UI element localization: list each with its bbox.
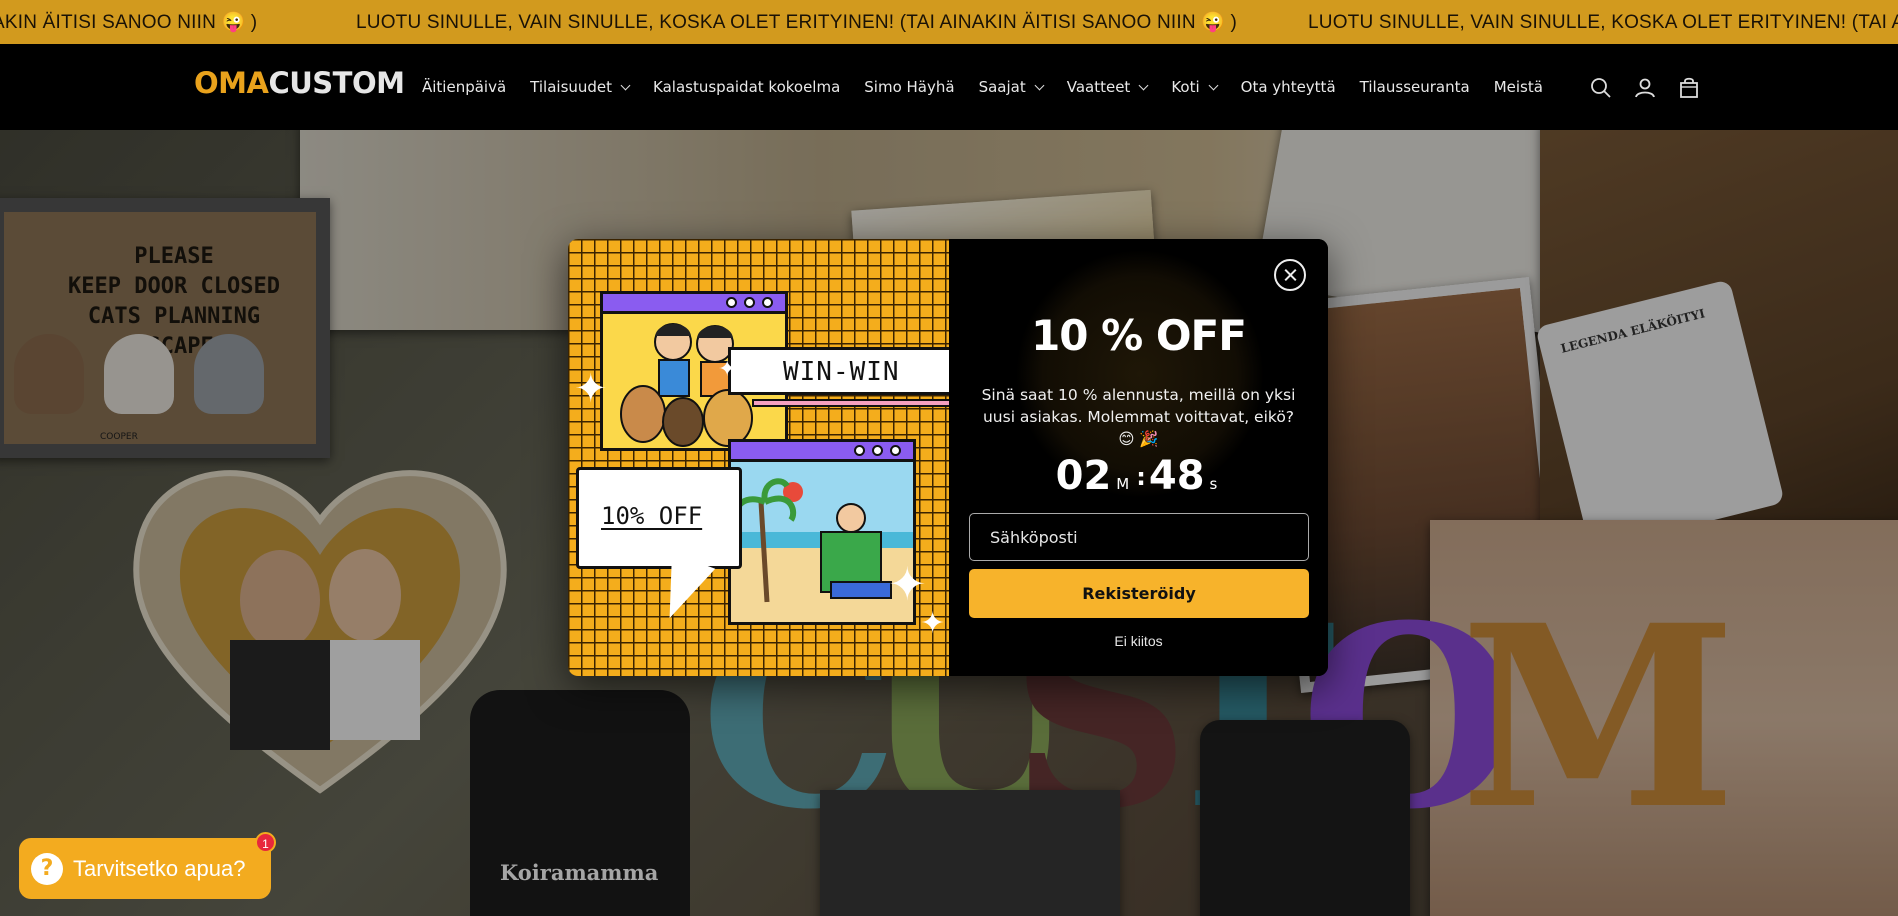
sparkle-icon: ✦ bbox=[920, 606, 946, 641]
search-icon[interactable] bbox=[1589, 76, 1613, 100]
chevron-down-icon bbox=[1034, 80, 1045, 90]
window-dot bbox=[872, 445, 883, 456]
timer-minutes-unit: M bbox=[1116, 475, 1130, 493]
timer-minutes: 02 bbox=[1055, 453, 1112, 499]
popup-illustration: WIN-WIN 10% OFF ✦ ✦ ✦ ✦ bbox=[568, 239, 954, 676]
nav-item-kalastuspaidat[interactable]: Kalastuspaidat kokoelma bbox=[653, 78, 840, 96]
nav-label: Saajat bbox=[978, 78, 1026, 96]
decline-link[interactable]: Ei kiitos bbox=[949, 633, 1328, 649]
email-input[interactable] bbox=[969, 513, 1309, 561]
nav-item-aitienpaiva[interactable]: Äitienpäivä bbox=[422, 78, 506, 96]
nav-item-tilausseuranta[interactable]: Tilausseuranta bbox=[1360, 78, 1470, 96]
beach-man-illustration bbox=[731, 462, 913, 622]
nav-label: Koti bbox=[1171, 78, 1200, 96]
nav-item-vaatteet[interactable]: Vaatteet bbox=[1066, 78, 1149, 96]
announcement-bar: AKIN ÄITISI SANOO NIIN 😜 ) LUOTU SINULLE… bbox=[0, 0, 1898, 44]
sparkle-icon: ✦ bbox=[574, 366, 608, 412]
logo-part-oma: OMA bbox=[194, 66, 269, 100]
popup-description: Sinä saat 10 % alennusta, meillä on yksi… bbox=[981, 386, 1296, 448]
nav-label: Ota yhteyttä bbox=[1240, 78, 1336, 96]
countdown-timer: 02 M : 48 S bbox=[949, 455, 1328, 497]
window-dot bbox=[854, 445, 865, 456]
nav-label: Tilausseuranta bbox=[1359, 78, 1470, 96]
site-header: OMACUSTOM Äitienpäivä Tilaisuudet Kalast… bbox=[0, 44, 1898, 130]
question-icon: ? bbox=[31, 852, 63, 885]
announcement-text: LUOTU SINULLE, VAIN SINULLE, KOSKA OLET … bbox=[356, 12, 1238, 33]
help-chat-button[interactable]: ? Tarvitsetko apua? bbox=[19, 838, 271, 899]
window-dot bbox=[726, 297, 737, 308]
announcement-text: LUOTU SINULLE, VAIN SINULLE, KOSKA OLET … bbox=[1308, 12, 1898, 33]
window-dot bbox=[890, 445, 901, 456]
main-nav: Äitienpäivä Tilaisuudet Kalastuspaidat k… bbox=[422, 78, 1567, 96]
nav-item-tilaisuudet[interactable]: Tilaisuudet bbox=[530, 78, 631, 96]
sparkle-icon: ✦ bbox=[718, 357, 737, 382]
register-button[interactable]: Rekisteröidy bbox=[969, 569, 1309, 618]
notification-badge: 1 bbox=[255, 832, 276, 853]
window-titlebar bbox=[731, 442, 913, 462]
nav-item-koti[interactable]: Koti bbox=[1171, 78, 1219, 96]
logo[interactable]: OMACUSTOM bbox=[194, 66, 405, 100]
help-label: Tarvitsetko apua? bbox=[73, 855, 246, 881]
window-dot bbox=[762, 297, 773, 308]
nav-item-saajat[interactable]: Saajat bbox=[978, 78, 1045, 96]
discount-popup: WIN-WIN 10% OFF ✦ ✦ ✦ ✦ 10 % OFF Sinä sa… bbox=[568, 239, 1328, 676]
nav-label: Meistä bbox=[1493, 78, 1543, 96]
sparkle-icon: ✦ bbox=[888, 557, 927, 611]
chevron-down-icon bbox=[1208, 80, 1219, 90]
announcement-text: AKIN ÄITISI SANOO NIIN 😜 ) bbox=[0, 12, 258, 33]
popup-form-panel: 10 % OFF Sinä saat 10 % alennusta, meill… bbox=[949, 239, 1328, 676]
cart-icon[interactable] bbox=[1677, 76, 1701, 100]
nav-item-simo-hayha[interactable]: Simo Häyhä bbox=[864, 78, 954, 96]
account-icon[interactable] bbox=[1633, 76, 1657, 100]
nav-label: Simo Häyhä bbox=[864, 78, 955, 96]
bubble-discount-text: 10% OFF bbox=[601, 502, 703, 530]
win-win-label: WIN-WIN bbox=[728, 347, 954, 395]
window-dot bbox=[744, 297, 755, 308]
timer-seconds: 48 bbox=[1148, 453, 1205, 499]
timer-separator: : bbox=[1136, 463, 1146, 491]
nav-item-meista[interactable]: Meistä bbox=[1494, 78, 1543, 96]
close-popup-button[interactable] bbox=[1274, 259, 1306, 291]
logo-part-custom: CUSTOM bbox=[268, 66, 405, 100]
nav-label: Kalastuspaidat kokoelma bbox=[653, 78, 841, 96]
decorative-bar bbox=[752, 399, 952, 407]
timer-seconds-unit: S bbox=[1209, 475, 1218, 493]
chevron-down-icon bbox=[620, 80, 631, 90]
chevron-down-icon bbox=[1138, 80, 1149, 90]
speech-bubble: 10% OFF bbox=[576, 467, 742, 569]
nav-label: Äitienpäivä bbox=[422, 78, 507, 96]
nav-label: Vaatteet bbox=[1066, 78, 1131, 96]
popup-headline: 10 % OFF bbox=[1031, 311, 1247, 360]
window-titlebar bbox=[603, 294, 785, 314]
nav-item-ota-yhteytta[interactable]: Ota yhteyttä bbox=[1241, 78, 1336, 96]
nav-label: Tilaisuudet bbox=[530, 78, 613, 96]
